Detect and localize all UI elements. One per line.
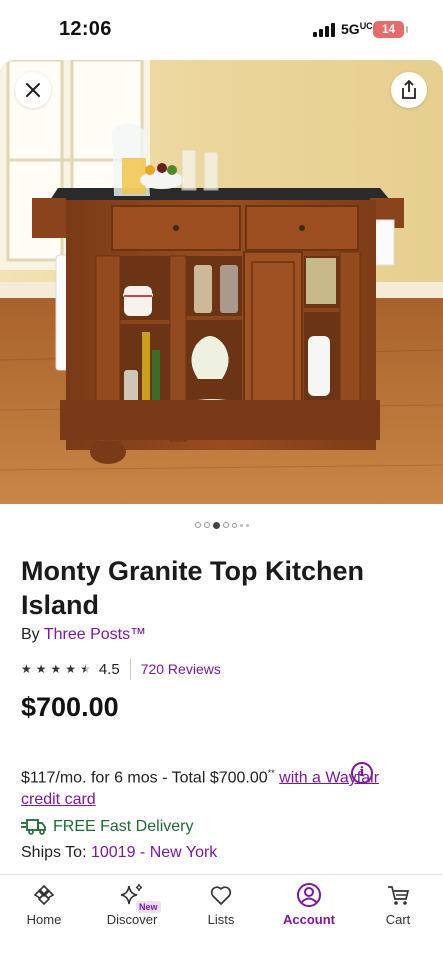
tab-label: Discover [106, 912, 158, 927]
price: $700.00 [21, 692, 119, 722]
star-icon: ★ [35, 662, 47, 676]
new-badge: New [136, 901, 161, 913]
close-icon [26, 83, 40, 97]
delivery-label: FREE Fast Delivery [53, 818, 194, 835]
tab-label: Account [283, 912, 335, 927]
ships-to: Ships To: 10019 - New York [21, 844, 217, 862]
carousel-dot[interactable] [194, 522, 201, 528]
divider [129, 658, 131, 680]
share-icon [402, 80, 416, 99]
tab-lists[interactable]: Lists [181, 881, 261, 937]
carousel-dot-active[interactable] [212, 521, 220, 529]
byline-prefix: By [21, 626, 40, 643]
carousel-dot[interactable] [245, 523, 249, 527]
status-time: 12:06 [59, 18, 112, 40]
financing-footnote-mark: ** [267, 768, 275, 778]
brand-byline: By Three Posts™ [21, 626, 146, 644]
tab-cart[interactable]: Cart [358, 881, 438, 937]
share-button[interactable] [391, 72, 427, 108]
home-icon [33, 884, 55, 906]
carousel-dot[interactable] [203, 522, 210, 528]
carousel-dot[interactable] [231, 522, 237, 528]
signal-icon [313, 23, 335, 37]
tab-label: Home [26, 912, 62, 927]
network-label: 5GUC [341, 21, 373, 37]
status-bar: 12:06 5GUC 14 [0, 0, 443, 60]
brand-link[interactable]: Three Posts™ [44, 626, 146, 643]
tab-bar: Home New Discover Lists Account Cart [0, 874, 443, 960]
financing-text: $117/mo. for 6 mos - Total $700.00 [21, 769, 268, 787]
reviews-link[interactable]: 720 Reviews [141, 661, 221, 677]
star-rating: ★ ★ ★ ★ ★ [21, 663, 91, 675]
tab-account[interactable]: Account [269, 881, 349, 937]
battery-level: 14 [381, 22, 396, 36]
ships-to-location[interactable]: 10019 - New York [91, 844, 217, 861]
carousel-dot[interactable] [239, 523, 243, 527]
truck-icon [21, 819, 46, 835]
product-image[interactable] [0, 60, 443, 504]
account-icon [297, 883, 321, 907]
star-icon: ★ [65, 662, 77, 676]
half-star-icon: ★ [80, 662, 91, 676]
delivery-badge: FREE Fast Delivery [21, 818, 193, 836]
kitchen-island-photo [0, 60, 443, 504]
cart-icon [388, 886, 410, 905]
financing-info: $117/mo. for 6 mos - Total $700.00** wit… [21, 762, 381, 811]
rating-row[interactable]: ★ ★ ★ ★ ★ 4.5 720 Reviews [21, 658, 221, 680]
tab-label: Lists [207, 912, 235, 927]
tab-home[interactable]: Home [4, 881, 84, 937]
carousel-indicator[interactable] [0, 520, 443, 530]
ships-to-label: Ships To: [21, 844, 87, 861]
star-icon: ★ [21, 662, 32, 676]
tab-label: Cart [385, 912, 411, 927]
carousel-dot[interactable] [222, 522, 229, 528]
battery-icon: 14 [373, 21, 408, 38]
product-title: Monty Granite Top Kitchen Island [21, 556, 364, 620]
close-button[interactable] [15, 72, 51, 108]
tab-discover[interactable]: New Discover [92, 881, 172, 937]
info-icon[interactable]: i [351, 762, 373, 784]
heart-icon [210, 886, 232, 906]
star-icon: ★ [50, 662, 62, 676]
rating-value: 4.5 [98, 660, 120, 678]
